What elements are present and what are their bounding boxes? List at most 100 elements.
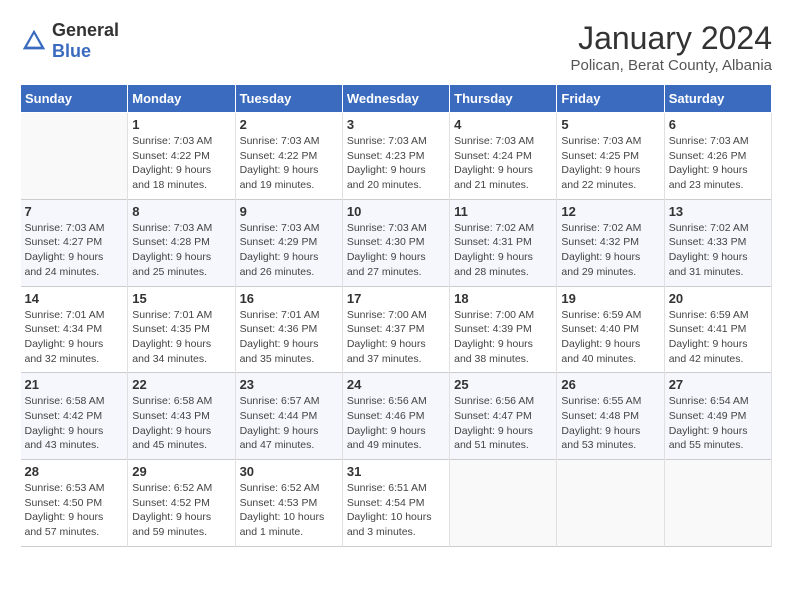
- calendar-cell: 2 Sunrise: 7:03 AMSunset: 4:22 PMDaylight…: [235, 113, 342, 200]
- day-info: Sunrise: 7:03 AMSunset: 4:24 PMDaylight:…: [454, 134, 552, 193]
- day-number: 26: [561, 377, 659, 392]
- day-number: 3: [347, 117, 445, 132]
- calendar-cell: 7 Sunrise: 7:03 AMSunset: 4:27 PMDaylight…: [21, 199, 128, 286]
- calendar-cell: 1 Sunrise: 7:03 AMSunset: 4:22 PMDaylight…: [128, 113, 235, 200]
- day-info: Sunrise: 7:03 AMSunset: 4:22 PMDaylight:…: [240, 134, 338, 193]
- day-number: 2: [240, 117, 338, 132]
- day-info: Sunrise: 6:52 AMSunset: 4:53 PMDaylight:…: [240, 481, 338, 540]
- day-info: Sunrise: 7:03 AMSunset: 4:22 PMDaylight:…: [132, 134, 230, 193]
- calendar-cell: 14 Sunrise: 7:01 AMSunset: 4:34 PMDayligh…: [21, 286, 128, 373]
- day-number: 20: [669, 291, 767, 306]
- weekday-header-thursday: Thursday: [450, 85, 557, 113]
- calendar-cell: 15Sunrise: 7:01 AMSunset: 4:35 PMDayligh…: [128, 286, 235, 373]
- day-info: Sunrise: 6:59 AMSunset: 4:41 PMDaylight:…: [669, 308, 767, 367]
- day-info: Sunrise: 7:03 AMSunset: 4:25 PMDaylight:…: [561, 134, 659, 193]
- day-info: Sunrise: 7:03 AMSunset: 4:23 PMDaylight:…: [347, 134, 445, 193]
- calendar-cell: 21 Sunrise: 6:58 AMSunset: 4:42 PMDayligh…: [21, 373, 128, 460]
- calendar-cell: 9Sunrise: 7:03 AMSunset: 4:29 PMDaylight…: [235, 199, 342, 286]
- day-number: 4: [454, 117, 552, 132]
- calendar-cell: 10 Sunrise: 7:03 AMSunset: 4:30 PMDayligh…: [342, 199, 449, 286]
- day-number: 29: [132, 464, 230, 479]
- calendar-cell: [664, 460, 771, 547]
- weekday-header-saturday: Saturday: [664, 85, 771, 113]
- calendar-cell: 25 Sunrise: 6:56 AMSunset: 4:47 PMDayligh…: [450, 373, 557, 460]
- day-info: Sunrise: 7:01 AMSunset: 4:34 PMDaylight:…: [25, 308, 124, 367]
- day-number: 17: [347, 291, 445, 306]
- calendar-cell: 28Sunrise: 6:53 AMSunset: 4:50 PMDayligh…: [21, 460, 128, 547]
- day-number: 6: [669, 117, 767, 132]
- day-number: 24: [347, 377, 445, 392]
- weekday-header-monday: Monday: [128, 85, 235, 113]
- day-info: Sunrise: 6:52 AMSunset: 4:52 PMDaylight:…: [132, 481, 230, 540]
- day-number: 16: [240, 291, 338, 306]
- day-number: 7: [25, 204, 124, 219]
- day-info: Sunrise: 6:57 AMSunset: 4:44 PMDaylight:…: [240, 394, 338, 453]
- calendar-cell: 24 Sunrise: 6:56 AMSunset: 4:46 PMDayligh…: [342, 373, 449, 460]
- calendar-week-row: 7 Sunrise: 7:03 AMSunset: 4:27 PMDaylight…: [21, 199, 772, 286]
- calendar-cell: 22 Sunrise: 6:58 AMSunset: 4:43 PMDayligh…: [128, 373, 235, 460]
- logo-general: General: [52, 20, 119, 40]
- day-number: 23: [240, 377, 338, 392]
- day-number: 28: [25, 464, 124, 479]
- day-info: Sunrise: 7:02 AMSunset: 4:32 PMDaylight:…: [561, 221, 659, 280]
- calendar-cell: 8Sunrise: 7:03 AMSunset: 4:28 PMDaylight…: [128, 199, 235, 286]
- day-info: Sunrise: 7:03 AMSunset: 4:30 PMDaylight:…: [347, 221, 445, 280]
- day-info: Sunrise: 6:58 AMSunset: 4:42 PMDaylight:…: [25, 394, 124, 453]
- day-number: 1: [132, 117, 230, 132]
- day-info: Sunrise: 7:01 AMSunset: 4:36 PMDaylight:…: [240, 308, 338, 367]
- day-number: 30: [240, 464, 338, 479]
- day-info: Sunrise: 6:51 AMSunset: 4:54 PMDaylight:…: [347, 481, 445, 540]
- calendar-week-row: 14 Sunrise: 7:01 AMSunset: 4:34 PMDayligh…: [21, 286, 772, 373]
- page-header: General Blue January 2024 Polican, Berat…: [20, 20, 772, 74]
- day-info: Sunrise: 7:03 AMSunset: 4:26 PMDaylight:…: [669, 134, 767, 193]
- calendar-cell: 27Sunrise: 6:54 AMSunset: 4:49 PMDayligh…: [664, 373, 771, 460]
- day-number: 25: [454, 377, 552, 392]
- day-info: Sunrise: 7:03 AMSunset: 4:28 PMDaylight:…: [132, 221, 230, 280]
- calendar-cell: [21, 113, 128, 200]
- day-number: 19: [561, 291, 659, 306]
- calendar-cell: 4 Sunrise: 7:03 AMSunset: 4:24 PMDaylight…: [450, 113, 557, 200]
- logo: General Blue: [20, 20, 119, 62]
- calendar-cell: [557, 460, 664, 547]
- day-info: Sunrise: 6:56 AMSunset: 4:47 PMDaylight:…: [454, 394, 552, 453]
- calendar-cell: 29 Sunrise: 6:52 AMSunset: 4:52 PMDayligh…: [128, 460, 235, 547]
- calendar-cell: 13Sunrise: 7:02 AMSunset: 4:33 PMDayligh…: [664, 199, 771, 286]
- calendar-week-row: 1 Sunrise: 7:03 AMSunset: 4:22 PMDaylight…: [21, 113, 772, 200]
- calendar-cell: 26 Sunrise: 6:55 AMSunset: 4:48 PMDayligh…: [557, 373, 664, 460]
- day-number: 14: [25, 291, 124, 306]
- calendar-cell: 5Sunrise: 7:03 AMSunset: 4:25 PMDaylight…: [557, 113, 664, 200]
- day-info: Sunrise: 6:56 AMSunset: 4:46 PMDaylight:…: [347, 394, 445, 453]
- calendar-table: SundayMondayTuesdayWednesdayThursdayFrid…: [20, 84, 772, 547]
- day-number: 18: [454, 291, 552, 306]
- calendar-cell: 16 Sunrise: 7:01 AMSunset: 4:36 PMDayligh…: [235, 286, 342, 373]
- logo-text: General Blue: [52, 20, 119, 62]
- calendar-cell: 23 Sunrise: 6:57 AMSunset: 4:44 PMDayligh…: [235, 373, 342, 460]
- day-number: 22: [132, 377, 230, 392]
- calendar-cell: 31 Sunrise: 6:51 AMSunset: 4:54 PMDayligh…: [342, 460, 449, 547]
- day-info: Sunrise: 7:00 AMSunset: 4:37 PMDaylight:…: [347, 308, 445, 367]
- weekday-header-sunday: Sunday: [21, 85, 128, 113]
- day-info: Sunrise: 7:03 AMSunset: 4:29 PMDaylight:…: [240, 221, 338, 280]
- title-area: January 2024 Polican, Berat County, Alba…: [570, 20, 772, 74]
- calendar-cell: 3 Sunrise: 7:03 AMSunset: 4:23 PMDaylight…: [342, 113, 449, 200]
- calendar-cell: [450, 460, 557, 547]
- day-number: 21: [25, 377, 124, 392]
- calendar-week-row: 28Sunrise: 6:53 AMSunset: 4:50 PMDayligh…: [21, 460, 772, 547]
- weekday-header-friday: Friday: [557, 85, 664, 113]
- calendar-cell: 19Sunrise: 6:59 AMSunset: 4:40 PMDayligh…: [557, 286, 664, 373]
- day-info: Sunrise: 7:01 AMSunset: 4:35 PMDaylight:…: [132, 308, 230, 367]
- calendar-cell: 17 Sunrise: 7:00 AMSunset: 4:37 PMDayligh…: [342, 286, 449, 373]
- day-number: 27: [669, 377, 767, 392]
- day-info: Sunrise: 7:03 AMSunset: 4:27 PMDaylight:…: [25, 221, 124, 280]
- logo-blue: Blue: [52, 41, 91, 61]
- day-info: Sunrise: 6:55 AMSunset: 4:48 PMDaylight:…: [561, 394, 659, 453]
- calendar-week-row: 21 Sunrise: 6:58 AMSunset: 4:42 PMDayligh…: [21, 373, 772, 460]
- day-number: 31: [347, 464, 445, 479]
- subtitle: Polican, Berat County, Albania: [570, 57, 772, 74]
- day-info: Sunrise: 7:00 AMSunset: 4:39 PMDaylight:…: [454, 308, 552, 367]
- calendar-cell: 30 Sunrise: 6:52 AMSunset: 4:53 PMDayligh…: [235, 460, 342, 547]
- day-number: 11: [454, 204, 552, 219]
- day-info: Sunrise: 7:02 AMSunset: 4:31 PMDaylight:…: [454, 221, 552, 280]
- day-info: Sunrise: 6:58 AMSunset: 4:43 PMDaylight:…: [132, 394, 230, 453]
- day-number: 10: [347, 204, 445, 219]
